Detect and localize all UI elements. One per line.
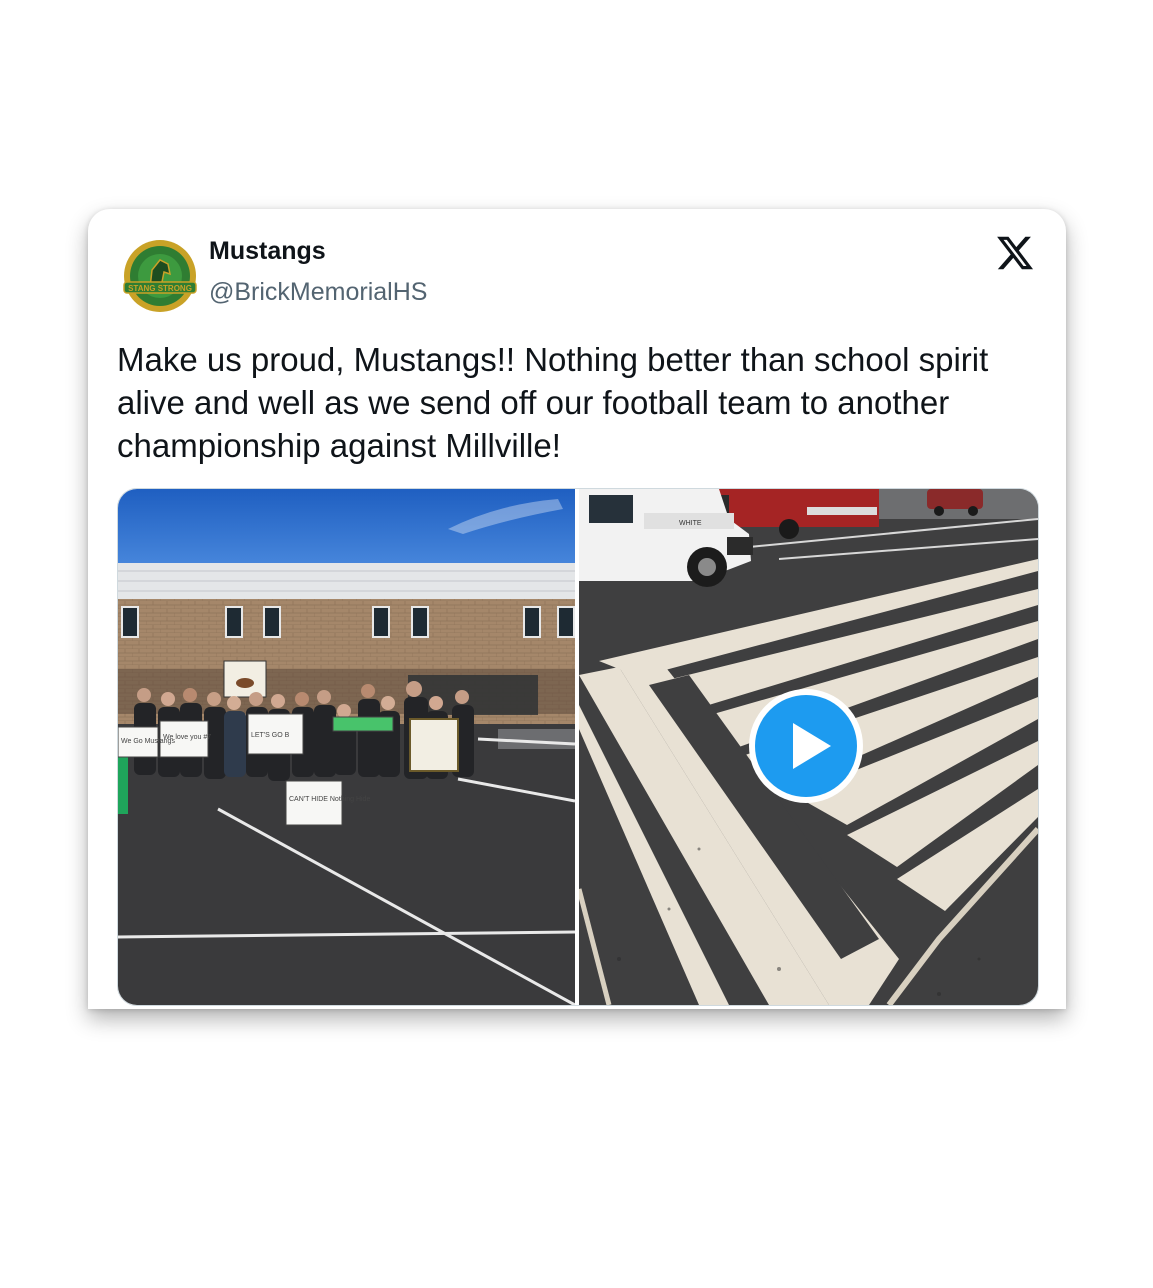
- sign-text: LET'S GO B: [251, 732, 290, 739]
- play-button[interactable]: [747, 687, 865, 805]
- logo-text: STANG STRONG: [128, 284, 192, 293]
- mustang-logo-icon: STANG STRONG: [123, 240, 197, 312]
- tweet-card: STANG STRONG Mustangs @BrickMemorialHS M…: [88, 209, 1066, 1009]
- author-handle[interactable]: @BrickMemorialHS: [209, 278, 427, 307]
- photo-group-sendoff[interactable]: We Go Mustangs We love you #7 LET'S GO B CA…: [118, 489, 575, 1005]
- media-grid: We Go Mustangs We love you #7 LET'S GO B CA…: [117, 488, 1039, 1006]
- avatar[interactable]: STANG STRONG: [122, 238, 198, 314]
- sign-text: CAN'T HIDE Nothing Hide: [289, 796, 370, 803]
- truck-text: WHITE: [679, 520, 702, 527]
- x-logo-icon[interactable]: [994, 233, 1036, 273]
- tweet-text: Make us proud, Mustangs!! Nothing better…: [117, 341, 989, 464]
- author-name[interactable]: Mustangs: [209, 237, 326, 266]
- play-icon: [749, 689, 863, 803]
- sign-text: We love you #7: [163, 734, 211, 741]
